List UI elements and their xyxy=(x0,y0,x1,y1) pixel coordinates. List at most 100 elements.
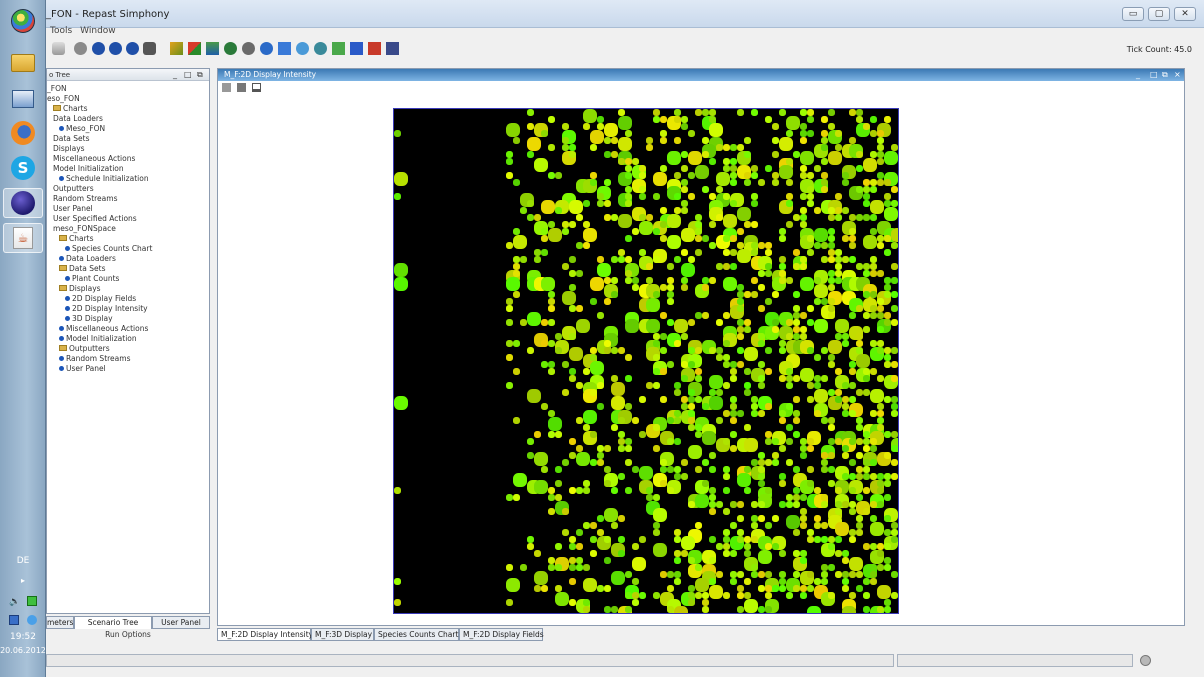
bluetooth-icon[interactable] xyxy=(27,615,37,625)
tree-item[interactable]: 2D Display Fields xyxy=(65,293,136,303)
tree-item[interactable]: _FON xyxy=(47,83,67,93)
tree-item[interactable]: User Panel xyxy=(59,363,106,373)
chart-icon[interactable] xyxy=(170,42,183,55)
run-options-label[interactable]: Run Options xyxy=(46,630,210,640)
tree-item[interactable]: Model Initialization xyxy=(53,163,124,173)
eclipse-icon[interactable] xyxy=(3,188,43,218)
battery-icon[interactable] xyxy=(27,596,37,606)
globe-icon[interactable] xyxy=(296,42,309,55)
tree-item[interactable]: Charts xyxy=(59,233,94,243)
network-tray-icon[interactable] xyxy=(9,615,19,625)
tree-item[interactable]: eso_FON xyxy=(47,93,80,103)
display-minimize-icon[interactable]: _ xyxy=(1136,70,1140,79)
tree-item[interactable]: User Specified Actions xyxy=(53,213,137,223)
report-icon[interactable] xyxy=(278,42,291,55)
language-indicator[interactable]: DE xyxy=(0,556,46,566)
user-icon[interactable] xyxy=(314,42,327,55)
clock-date[interactable]: 20.06.2012 xyxy=(0,646,46,655)
tree-item[interactable]: Displays xyxy=(53,143,85,153)
tree-item[interactable]: meso_FONSpace xyxy=(53,223,116,233)
users-icon[interactable] xyxy=(206,42,219,55)
menu-window[interactable]: Window xyxy=(80,26,116,38)
minimize-button[interactable]: ▭ xyxy=(1122,7,1144,21)
pause-icon[interactable] xyxy=(126,42,139,55)
tree-item[interactable]: Model Initialization xyxy=(59,333,137,343)
intensity-cell xyxy=(674,417,681,424)
database-icon[interactable] xyxy=(242,42,255,55)
tab-user-panel[interactable]: User Panel xyxy=(152,616,210,629)
play-icon[interactable] xyxy=(92,42,105,55)
tree-item[interactable]: Charts xyxy=(53,103,88,113)
tab-2d-display-fields[interactable]: M_F:2D Display Fields xyxy=(459,628,544,641)
menu-tools[interactable]: Tools xyxy=(50,26,72,38)
tab-scenario-tree[interactable]: Scenario Tree xyxy=(74,616,152,629)
tab-3d-display[interactable]: M_F:3D Display xyxy=(311,628,374,641)
volume-icon[interactable]: 🔈 xyxy=(9,597,20,607)
transport-icon[interactable] xyxy=(386,42,399,55)
firefox-icon[interactable] xyxy=(3,118,43,148)
network-icon[interactable] xyxy=(3,84,43,114)
tree-item[interactable]: Plant Counts xyxy=(65,273,119,283)
export-icon[interactable] xyxy=(368,42,381,55)
show-hidden-icons-icon[interactable]: ▸ xyxy=(0,576,46,585)
2d-display-intensity-canvas[interactable] xyxy=(393,108,899,614)
save-icon[interactable] xyxy=(52,42,65,55)
intensity-cell xyxy=(814,319,828,333)
intensity-cell xyxy=(688,172,695,179)
tree-item[interactable]: Miscellaneous Actions xyxy=(59,323,148,333)
panel-maximize-icon[interactable]: □ xyxy=(184,70,192,79)
tree-item[interactable]: 3D Display xyxy=(65,313,113,323)
close-button[interactable]: ✕ xyxy=(1174,7,1196,21)
intensity-cell xyxy=(856,305,863,312)
skype-icon[interactable]: S xyxy=(3,153,43,183)
model-icon[interactable] xyxy=(224,42,237,55)
tree-item[interactable]: Random Streams xyxy=(59,353,130,363)
intensity-cell xyxy=(842,585,849,592)
display-close-icon[interactable]: × xyxy=(1174,70,1181,79)
tree-item[interactable]: Miscellaneous Actions xyxy=(53,153,135,163)
intensity-cell xyxy=(877,137,884,144)
network-tool-icon[interactable] xyxy=(260,42,273,55)
grid-icon[interactable] xyxy=(188,42,201,55)
tab-parameters[interactable]: meters xyxy=(46,616,74,629)
panel-restore-icon[interactable]: ⧉ xyxy=(197,70,203,80)
tree-item[interactable]: Displays xyxy=(59,283,101,293)
tree-item[interactable]: Data Sets xyxy=(53,133,90,143)
intensity-cell xyxy=(863,326,870,333)
tree-item[interactable]: Schedule Initialization xyxy=(59,173,149,183)
java-icon[interactable]: ☕ xyxy=(3,223,43,253)
panel-minimize-icon[interactable]: _ xyxy=(173,70,177,79)
tree-item[interactable]: Meso_FON xyxy=(59,123,105,133)
intensity-cell xyxy=(723,473,730,480)
pan-icon[interactable] xyxy=(237,83,246,92)
tree-item[interactable]: 2D Display Intensity xyxy=(65,303,148,313)
stop-icon[interactable] xyxy=(143,42,156,55)
intensity-cell xyxy=(751,291,758,298)
tree-item[interactable]: Outputters xyxy=(59,343,110,353)
intensity-cell xyxy=(527,123,534,130)
display-restore-icon[interactable]: ⧉ xyxy=(1162,70,1168,80)
file-explorer-icon[interactable] xyxy=(3,48,43,78)
maximize-button[interactable]: ▢ xyxy=(1148,7,1170,21)
image-icon[interactable] xyxy=(332,42,345,55)
stop-circle-icon[interactable] xyxy=(74,42,87,55)
tree-item[interactable]: Random Streams xyxy=(53,193,117,203)
tab-2d-display-intensity[interactable]: M_F:2D Display Intensity xyxy=(217,628,313,641)
intensity-cell xyxy=(674,536,681,543)
windows-start-icon[interactable] xyxy=(3,6,43,36)
intensity-cell xyxy=(639,172,646,179)
tab-species-counts-chart[interactable]: Species Counts Chart xyxy=(374,628,459,641)
tree-item[interactable]: Data Loaders xyxy=(59,253,116,263)
home-icon[interactable] xyxy=(252,83,261,92)
display-maximize-icon[interactable]: □ xyxy=(1150,70,1158,79)
tree-item[interactable]: Data Sets xyxy=(59,263,106,273)
intensity-cell xyxy=(702,403,709,410)
layout-icon[interactable] xyxy=(350,42,363,55)
tree-item[interactable]: Outputters xyxy=(53,183,94,193)
step-icon[interactable] xyxy=(109,42,122,55)
tree-item[interactable]: User Panel xyxy=(53,203,93,213)
tree-item[interactable]: Species Counts Chart xyxy=(65,243,152,253)
clock-time[interactable]: 19:52 xyxy=(0,632,46,642)
tree-item[interactable]: Data Loaders xyxy=(53,113,103,123)
zoom-icon[interactable] xyxy=(222,83,231,92)
